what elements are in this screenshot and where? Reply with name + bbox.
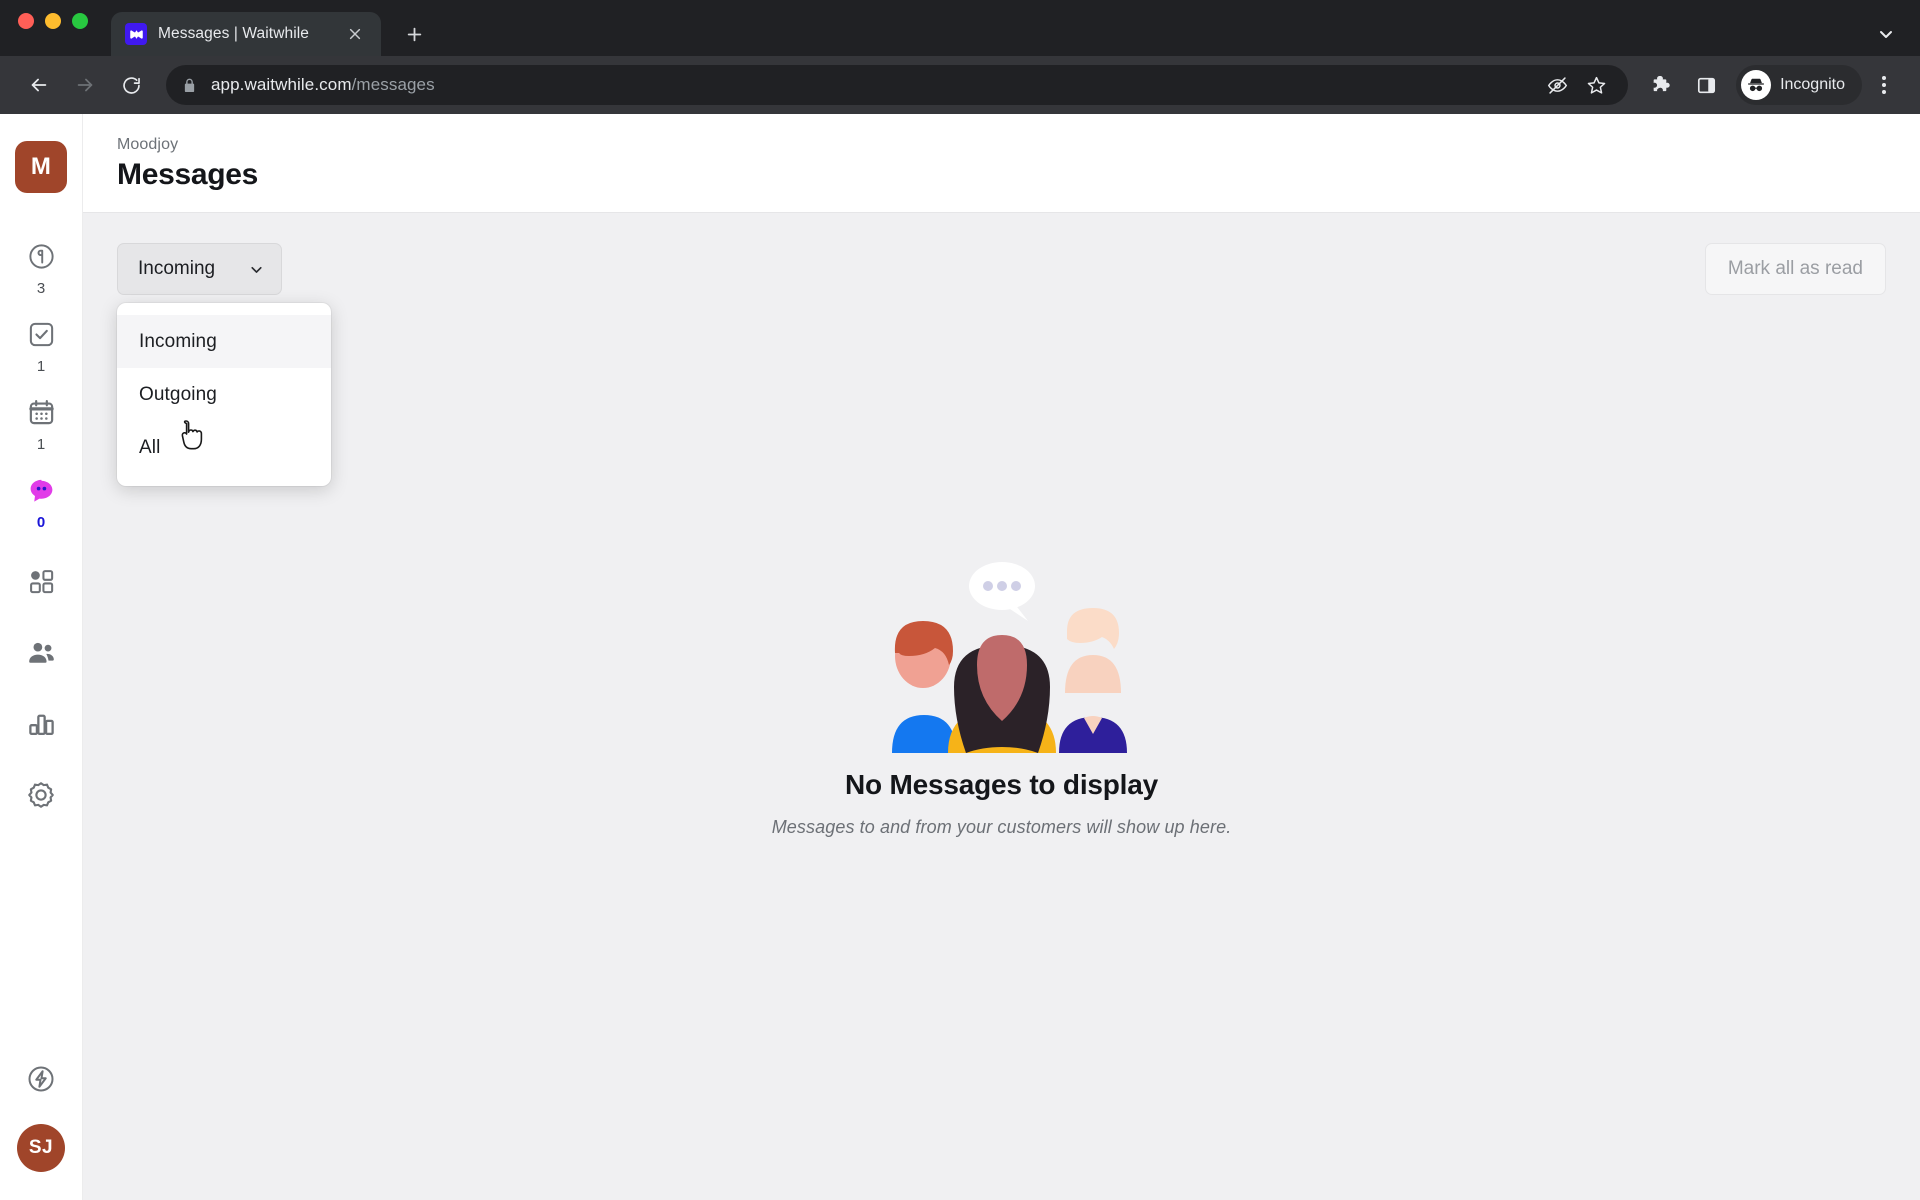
content-area: Incoming Incoming Outgoing All Mark all … (83, 213, 1920, 1200)
check-square-icon (27, 320, 56, 354)
sidebar-item-customers[interactable] (0, 612, 82, 683)
sidebar-item-messages[interactable]: 0 (0, 463, 82, 541)
lock-icon (183, 78, 198, 93)
calendar-icon (27, 398, 56, 432)
org-logo[interactable]: M (15, 141, 67, 193)
tab-title: Messages | Waitwhile (158, 25, 310, 42)
url-text: app.waitwhile.com/messages (211, 75, 435, 95)
page-viewport: M 3 1 1 0 SJ Moodjoy Messages Incoming I… (0, 114, 1920, 1200)
bar-chart-icon (27, 709, 56, 743)
sidebar-item-services[interactable] (0, 541, 82, 612)
url-host: app.waitwhile.com (211, 75, 352, 94)
profile-label: Incognito (1780, 76, 1845, 93)
sidebar-item-waitlist[interactable]: 3 (0, 229, 82, 307)
profile-button[interactable]: Incognito (1736, 65, 1862, 105)
puzzle-piece-icon[interactable] (1642, 65, 1682, 105)
forward-arrow-icon[interactable] (64, 64, 106, 106)
browser-window: Messages | Waitwhile app.waitwhile.com/m… (0, 0, 1920, 1200)
empty-state-title: No Messages to display (844, 769, 1159, 800)
lightning-bolt-icon[interactable] (26, 1064, 56, 1094)
side-panel-icon[interactable] (1686, 65, 1726, 105)
page-title: Messages (117, 158, 259, 191)
new-tab-button[interactable] (397, 17, 431, 51)
avatar[interactable]: SJ (17, 1124, 65, 1172)
browser-tab[interactable]: Messages | Waitwhile (111, 12, 381, 56)
sidebar-badge: 3 (36, 280, 46, 297)
dropdown-option-all[interactable]: All (117, 421, 331, 474)
incognito-icon (1741, 70, 1772, 100)
sidebar-badge: 1 (36, 436, 46, 453)
window-controls (18, 0, 88, 56)
grid-icon (27, 567, 56, 601)
sidebar-item-analytics[interactable] (0, 683, 82, 754)
message-filter-button[interactable]: Incoming (117, 243, 282, 295)
sidebar-badge: 1 (36, 358, 46, 375)
browser-toolbar: app.waitwhile.com/messages Incognito (0, 56, 1920, 114)
close-icon[interactable] (343, 22, 367, 46)
tab-strip: Messages | Waitwhile (0, 0, 1920, 56)
star-icon[interactable] (1581, 70, 1611, 100)
message-filter-dropdown: Incoming Outgoing All (117, 303, 331, 486)
sidebar-footer: SJ (17, 1064, 65, 1200)
reload-icon[interactable] (110, 64, 152, 106)
dropdown-option-incoming[interactable]: Incoming (117, 315, 331, 368)
people-icon (27, 638, 56, 672)
back-arrow-icon[interactable] (18, 64, 60, 106)
empty-state: No Messages to display Messages to and f… (83, 553, 1920, 838)
app-sidebar: M 3 1 1 0 SJ (0, 114, 83, 1200)
mark-all-as-read-button[interactable]: Mark all as read (1704, 243, 1886, 295)
chat-bubble-icon (27, 476, 56, 510)
clock-icon (27, 242, 56, 276)
eye-slash-icon[interactable] (1542, 70, 1572, 100)
main-content: Moodjoy Messages Incoming Incoming Outgo… (83, 114, 1920, 1200)
chevron-down-icon[interactable] (1876, 24, 1896, 44)
chevron-down-icon (248, 261, 265, 278)
three-people-with-speech-bubble-illustration (891, 562, 1127, 753)
sidebar-nav: 3 1 1 0 (0, 229, 82, 826)
message-filter: Incoming Incoming Outgoing All (117, 243, 331, 486)
dropdown-option-outgoing[interactable]: Outgoing (117, 368, 331, 421)
page-header: Moodjoy Messages (83, 114, 1920, 213)
empty-state-subtitle: Messages to and from your customers will… (771, 817, 1232, 837)
address-bar[interactable]: app.waitwhile.com/messages (166, 65, 1629, 105)
gear-icon (26, 780, 56, 815)
url-path: /messages (351, 75, 435, 94)
sidebar-item-bookings[interactable]: 1 (0, 385, 82, 463)
minimize-window-button[interactable] (45, 13, 61, 29)
sidebar-item-checked-in[interactable]: 1 (0, 307, 82, 385)
sidebar-item-settings[interactable] (0, 754, 82, 826)
sidebar-badge: 0 (36, 514, 46, 531)
maximize-window-button[interactable] (72, 13, 88, 29)
kebab-menu-icon[interactable] (1866, 65, 1902, 105)
waitwhile-logo-icon (125, 23, 147, 45)
breadcrumb: Moodjoy (117, 136, 179, 153)
close-window-button[interactable] (18, 13, 34, 29)
message-filter-value: Incoming (138, 258, 216, 279)
content-toolbar: Incoming Incoming Outgoing All Mark all … (117, 243, 1886, 486)
